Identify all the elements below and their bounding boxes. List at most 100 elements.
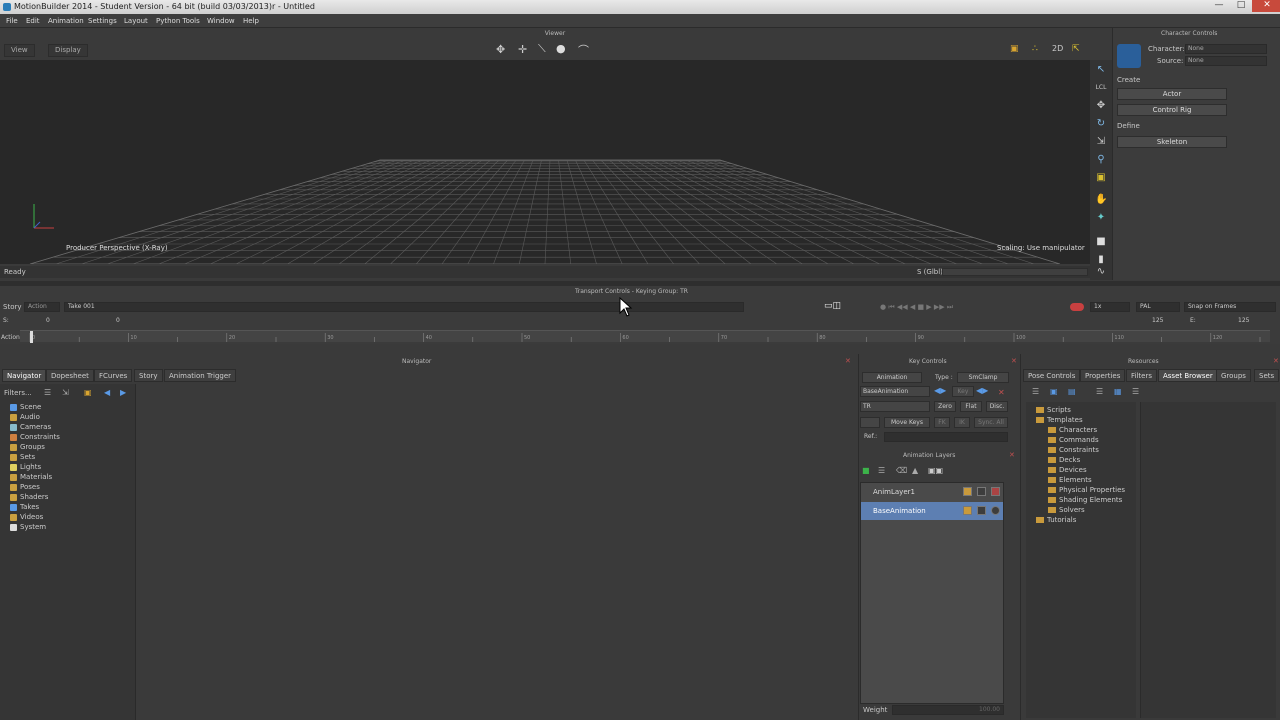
tree-item-poses[interactable]: Poses [10,483,40,491]
ref-field[interactable] [884,432,1008,442]
layer-delete-icon[interactable]: ⌫ [896,466,907,475]
navigator-close-icon[interactable]: ✕ [845,357,851,365]
arc-icon[interactable]: ⌒ [578,42,589,58]
zero-button[interactable]: Zero [934,401,956,412]
layer-lock-icon[interactable] [963,487,972,496]
playhead[interactable] [30,331,33,343]
menu-window[interactable]: Window [207,17,235,25]
rotate-icon[interactable]: ↻ [1095,118,1107,130]
disc-button[interactable]: Disc. [986,401,1008,412]
menu-file[interactable]: File [6,17,18,25]
current-frame[interactable]: 0 [116,317,120,324]
speed-select[interactable]: 1x [1090,302,1130,312]
more-button[interactable] [860,417,880,428]
menu-help[interactable]: Help [243,17,259,25]
pick-icon[interactable]: ⇱ [1072,44,1080,54]
layer-merge-icon[interactable]: ▲ [912,466,918,475]
playback-icons[interactable]: ● ⏮ ◀◀ ◀ ■ ▶ ▶▶ ⏭ [880,303,953,312]
stat-fields[interactable] [942,268,1088,276]
menu-edit[interactable]: Edit [26,17,40,25]
maximize-icon[interactable]: □ [1230,0,1252,12]
display-button[interactable]: Display [48,44,88,57]
actor-button[interactable]: Actor [1117,88,1227,100]
cylinder-icon[interactable]: ▮ [1095,254,1107,266]
asset-list-icon[interactable]: ☰ [1096,387,1103,396]
scale-icon[interactable]: ⇲ [1095,136,1107,148]
asset-view2-icon[interactable]: ▤ [1068,387,1076,396]
character-select[interactable]: None [1185,44,1267,54]
minimize-icon[interactable]: — [1208,0,1230,12]
layer-mute-icon[interactable] [991,487,1000,496]
add-layer-icon[interactable]: ■ [862,466,870,475]
3d-viewport[interactable]: Producer Perspective (X-Ray) Scaling: Us… [0,60,1090,264]
layer-row[interactable]: AnimLayer1 [861,483,1003,501]
tree-item-videos[interactable]: Videos [10,513,43,521]
point-icon[interactable]: ● [556,42,566,55]
keying-group-select[interactable]: TR [860,401,930,412]
tree-item-materials[interactable]: Materials [10,473,52,481]
flat-button[interactable]: Flat [960,401,982,412]
cursor-icon[interactable]: ↖ [1095,64,1107,76]
tab-sets[interactable]: Sets [1254,369,1280,382]
loop-icon[interactable]: ▭◫ [824,301,841,311]
timeline-ruler[interactable]: 0 10 20 30 40 50 60 70 80 90 100 110 120 [20,330,1270,343]
move-icon[interactable]: ✛ [518,43,527,56]
asset-tree-item[interactable]: Devices [1048,466,1087,474]
translate-icon[interactable]: ✥ [1095,100,1107,112]
asset-tree-item[interactable]: Constraints [1048,446,1099,454]
asset-tree-templates[interactable]: Templates [1036,416,1083,424]
menu-animation[interactable]: Animation [48,17,84,25]
tree-item-sets[interactable]: Sets [10,453,35,461]
record-icon[interactable] [1070,303,1084,311]
tree-icon[interactable]: ⇲ [62,388,69,397]
layer-solo-icon[interactable] [977,487,986,496]
tab-asset-browser[interactable]: Asset Browser [1158,369,1218,382]
asset-tree-item[interactable]: Characters [1048,426,1097,434]
asset-view1-icon[interactable]: ▣ [1050,387,1058,396]
asset-tree-item[interactable]: Shading Elements [1048,496,1122,504]
sync-button[interactable]: Sync. All [974,417,1008,428]
select-icon[interactable]: ✥ [496,43,505,56]
skeleton-button[interactable]: Skeleton [1117,136,1227,148]
prev-key-icon[interactable]: ◀▶ [934,386,946,395]
character-icon[interactable] [1117,44,1141,68]
tab-fcurves[interactable]: FCurves [94,369,133,382]
lcl-icon[interactable]: LCL [1095,82,1107,94]
asset-tree-item[interactable]: Physical Properties [1048,486,1125,494]
cube-icon[interactable]: ■ [1095,236,1107,248]
resources-close-icon[interactable]: ✕ [1273,357,1279,365]
tab-animation-trigger[interactable]: Animation Trigger [164,369,237,382]
tab-story[interactable]: Story [134,369,163,382]
figure-icon[interactable]: ✦ [1095,212,1107,224]
view-button[interactable]: View [4,44,35,57]
ik-button[interactable]: IK [954,417,970,428]
layer-lock-icon[interactable] [963,506,972,515]
tab-properties[interactable]: Properties [1080,369,1126,382]
asset-grid-icon[interactable]: ▦ [1114,387,1122,396]
pivot-icon[interactable]: ⚲ [1095,154,1107,166]
tree-item-constraints[interactable]: Constraints [10,433,60,441]
source-select[interactable]: None [1185,56,1267,66]
tab-navigator[interactable]: Navigator [2,369,47,382]
key-icon[interactable]: ▣ [1095,172,1107,184]
asset-tree-item[interactable]: Elements [1048,476,1092,484]
base-layer-select[interactable]: BaseAnimation [860,386,930,397]
take-select[interactable]: Take 001 [64,302,744,312]
folder-icon[interactable]: ▣ [84,388,92,397]
2d-icon[interactable]: 2D [1052,44,1063,53]
fps-select[interactable]: PAL [1136,302,1180,312]
delete-key-icon[interactable]: ✕ [998,388,1005,397]
tree-item-system[interactable]: System [10,523,46,531]
move-keys-button[interactable]: Move Keys [884,417,930,428]
tab-dopesheet[interactable]: Dopesheet [46,369,94,382]
asset-tree-tutorials[interactable]: Tutorials [1036,516,1076,524]
tree-item-scene[interactable]: Scene [10,403,41,411]
tree-item-takes[interactable]: Takes [10,503,39,511]
menu-python-tools[interactable]: Python Tools [156,17,200,25]
end-e-frame[interactable]: 125 [1238,317,1249,324]
asset-detail-icon[interactable]: ☰ [1132,387,1139,396]
points-icon[interactable]: ∴ [1032,44,1038,54]
tree-item-cameras[interactable]: Cameras [10,423,51,431]
end-frame[interactable]: 125 [1152,317,1163,324]
key-button[interactable]: Key [952,386,974,397]
